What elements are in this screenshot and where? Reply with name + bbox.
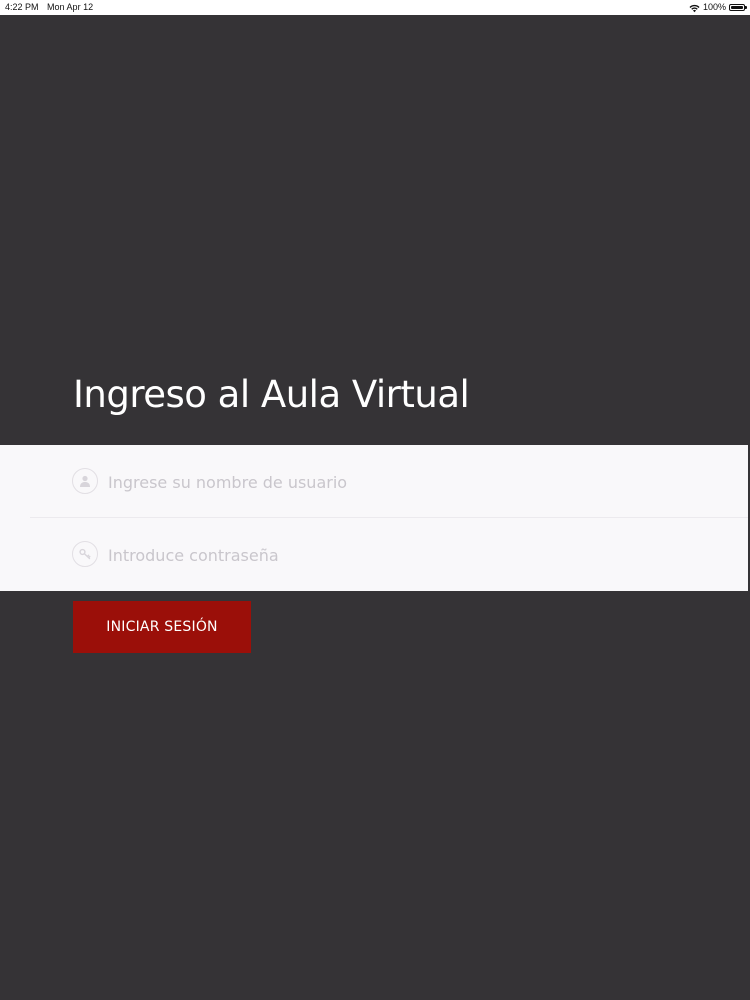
battery-percent: 100%	[702, 2, 726, 12]
username-row	[0, 445, 748, 518]
wifi-icon	[689, 3, 700, 13]
page-title: Ingreso al Aula Virtual	[73, 373, 470, 416]
status-date: Mon Apr 12	[47, 2, 94, 12]
status-time: 4:22 PM	[5, 2, 39, 12]
password-input[interactable]	[108, 542, 708, 568]
login-button[interactable]: INICIAR SESIÓN	[73, 601, 251, 653]
login-screen: Ingreso al Aula Virtual INICIAR SESIÓN	[0, 15, 750, 1000]
key-icon	[72, 541, 98, 567]
username-input[interactable]	[108, 469, 708, 495]
battery-icon	[729, 4, 747, 11]
login-form	[0, 445, 748, 591]
user-icon	[72, 468, 98, 494]
status-right: 100%	[689, 0, 747, 15]
status-left: 4:22 PM Mon Apr 12	[5, 0, 99, 15]
password-row	[0, 518, 748, 591]
status-bar: 4:22 PM Mon Apr 12 100%	[0, 0, 750, 15]
